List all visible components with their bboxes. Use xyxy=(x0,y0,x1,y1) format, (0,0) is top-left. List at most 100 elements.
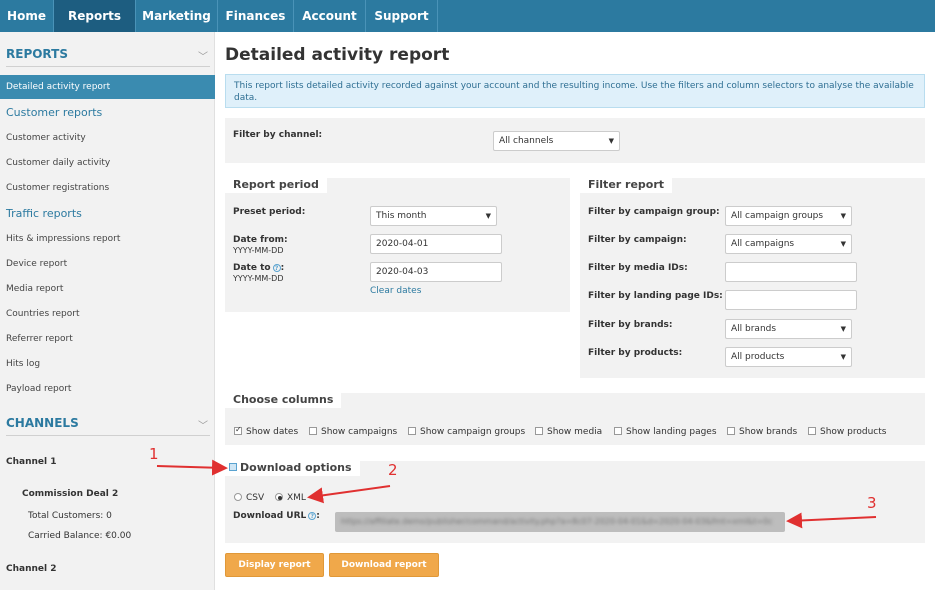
csv-radio[interactable]: CSV xyxy=(234,492,264,503)
tab-home[interactable]: Home xyxy=(0,0,54,32)
tab-marketing[interactable]: Marketing xyxy=(136,0,218,32)
filter-channel-label: Filter by channel: xyxy=(233,130,323,140)
help-icon[interactable]: ? xyxy=(272,263,281,272)
sidebar-item-customer-registrations[interactable]: Customer registrations xyxy=(6,183,109,193)
tab-support[interactable]: Support xyxy=(366,0,438,32)
tab-account[interactable]: Account xyxy=(294,0,366,32)
chevron-down-icon: ▼ xyxy=(840,325,846,333)
radio-icon[interactable] xyxy=(234,492,242,501)
chevron-down-icon: ▼ xyxy=(485,212,491,220)
checkbox-icon[interactable] xyxy=(535,426,543,435)
products-select[interactable]: All products ▼ xyxy=(725,347,852,367)
show-campaign-groups-checkbox[interactable]: Show campaign groups xyxy=(408,426,525,437)
chevron-down-icon: ▼ xyxy=(608,137,614,145)
commission-deal: Commission Deal 2 xyxy=(22,489,119,499)
channels-section-title: CHANNELS xyxy=(6,416,79,430)
date-from-format: YYYY-MM-DD xyxy=(233,246,284,255)
download-url-label: Download URL?: xyxy=(233,511,320,521)
date-to-label-text: Date to xyxy=(233,263,271,273)
filter-report-title: Filter report xyxy=(580,176,673,193)
sidebar-item-hits[interactable]: Hits & impressions report xyxy=(6,234,120,244)
chevron-down-icon: ▼ xyxy=(840,353,846,361)
show-brands-checkbox[interactable]: Show brands xyxy=(727,426,797,437)
sidebar-item-detailed-activity[interactable]: Detailed activity report xyxy=(0,75,215,99)
radio-selected-icon[interactable] xyxy=(275,492,283,501)
date-to-input[interactable]: 2020-04-03 xyxy=(370,262,502,282)
channels-section-header[interactable]: CHANNELS ﹀ xyxy=(6,416,210,436)
chevron-down-icon: ▼ xyxy=(840,240,846,248)
date-from-input[interactable]: 2020-04-01 xyxy=(370,234,502,254)
xml-radio[interactable]: XML xyxy=(275,492,306,503)
preset-period-select[interactable]: This month ▼ xyxy=(370,206,497,226)
collapse-toggle-icon[interactable] xyxy=(229,463,237,471)
reports-section-title: REPORTS xyxy=(6,47,68,61)
show-dates-checkbox[interactable]: Show dates xyxy=(234,425,298,437)
media-ids-input[interactable] xyxy=(725,262,857,282)
chevron-down-icon[interactable]: ﹀ xyxy=(198,417,208,432)
sidebar-group-customer[interactable]: Customer reports xyxy=(6,106,102,119)
reports-section-header[interactable]: REPORTS ﹀ xyxy=(6,47,210,67)
show-landing-pages-checkbox[interactable]: Show landing pages xyxy=(614,426,717,437)
channel-select[interactable]: All channels ▼ xyxy=(493,131,620,151)
download-options-title[interactable]: Download options xyxy=(225,459,360,476)
tab-finances[interactable]: Finances xyxy=(218,0,294,32)
annotation-2: 2 xyxy=(388,461,398,479)
landing-page-ids-input[interactable] xyxy=(725,290,857,310)
products-value: All products xyxy=(731,352,785,362)
display-report-button[interactable]: Display report xyxy=(225,553,324,577)
report-period-title: Report period xyxy=(225,176,327,193)
checkbox-icon[interactable] xyxy=(408,426,416,435)
checkbox-icon[interactable] xyxy=(614,426,622,435)
campaign-label: Filter by campaign: xyxy=(588,235,687,245)
total-customers: Total Customers: 0 xyxy=(28,511,112,521)
clear-dates-link[interactable]: Clear dates xyxy=(370,286,421,296)
brands-label: Filter by brands: xyxy=(588,320,673,330)
tab-reports[interactable]: Reports xyxy=(54,0,136,32)
date-to-label: Date to?: xyxy=(233,263,285,273)
sidebar-item-media[interactable]: Media report xyxy=(6,284,63,294)
top-nav: Home Reports Marketing Finances Account … xyxy=(0,0,935,32)
choose-columns-title: Choose columns xyxy=(225,391,342,408)
annotation-1: 1 xyxy=(149,445,159,463)
annotation-3: 3 xyxy=(867,494,877,512)
download-report-button[interactable]: Download report xyxy=(329,553,439,577)
brands-select[interactable]: All brands ▼ xyxy=(725,319,852,339)
show-media-checkbox[interactable]: Show media xyxy=(535,426,602,437)
channel-select-value: All channels xyxy=(499,136,554,146)
carried-balance: Carried Balance: €0.00 xyxy=(28,531,132,541)
brands-value: All brands xyxy=(731,324,777,334)
sidebar-item-customer-activity[interactable]: Customer activity xyxy=(6,133,86,143)
channel-2-title: Channel 2 xyxy=(6,564,57,574)
sidebar-item-referrer[interactable]: Referrer report xyxy=(6,334,73,344)
sidebar-group-traffic[interactable]: Traffic reports xyxy=(6,207,82,220)
chevron-down-icon: ▼ xyxy=(840,212,846,220)
download-url-field[interactable]: https://affiliate.demo/publisher/command… xyxy=(335,512,785,532)
checkbox-icon[interactable] xyxy=(727,426,735,435)
campaign-value: All campaigns xyxy=(731,239,795,249)
campaign-group-select[interactable]: All campaign groups ▼ xyxy=(725,206,852,226)
show-campaigns-checkbox[interactable]: Show campaigns xyxy=(309,426,397,437)
campaign-select[interactable]: All campaigns ▼ xyxy=(725,234,852,254)
date-to-format: YYYY-MM-DD xyxy=(233,274,284,283)
products-label: Filter by products: xyxy=(588,348,683,358)
checkbox-icon[interactable] xyxy=(309,426,317,435)
campaign-group-label: Filter by campaign group: xyxy=(588,207,720,217)
preset-period-label: Preset period: xyxy=(233,207,306,217)
campaign-group-value: All campaign groups xyxy=(731,211,824,221)
media-ids-label: Filter by media IDs: xyxy=(588,263,688,273)
checkbox-checked-icon[interactable] xyxy=(234,425,242,435)
chevron-down-icon[interactable]: ﹀ xyxy=(198,48,208,63)
download-url-value: https://affiliate.demo/publisher/command… xyxy=(341,517,773,526)
page-title: Detailed activity report xyxy=(225,45,450,65)
date-from-label: Date from: xyxy=(233,235,288,245)
landing-page-ids-label: Filter by landing page IDs: xyxy=(588,291,723,301)
sidebar-item-device[interactable]: Device report xyxy=(6,259,67,269)
checkbox-icon[interactable] xyxy=(808,426,816,435)
sidebar-item-customer-daily[interactable]: Customer daily activity xyxy=(6,158,110,168)
channel-1-title: Channel 1 xyxy=(6,457,57,467)
sidebar-item-hits-log[interactable]: Hits log xyxy=(6,359,40,369)
show-products-checkbox[interactable]: Show products xyxy=(808,426,886,437)
sidebar-item-countries[interactable]: Countries report xyxy=(6,309,80,319)
info-box: This report lists detailed activity reco… xyxy=(225,74,925,108)
sidebar-item-payload[interactable]: Payload report xyxy=(6,384,71,394)
